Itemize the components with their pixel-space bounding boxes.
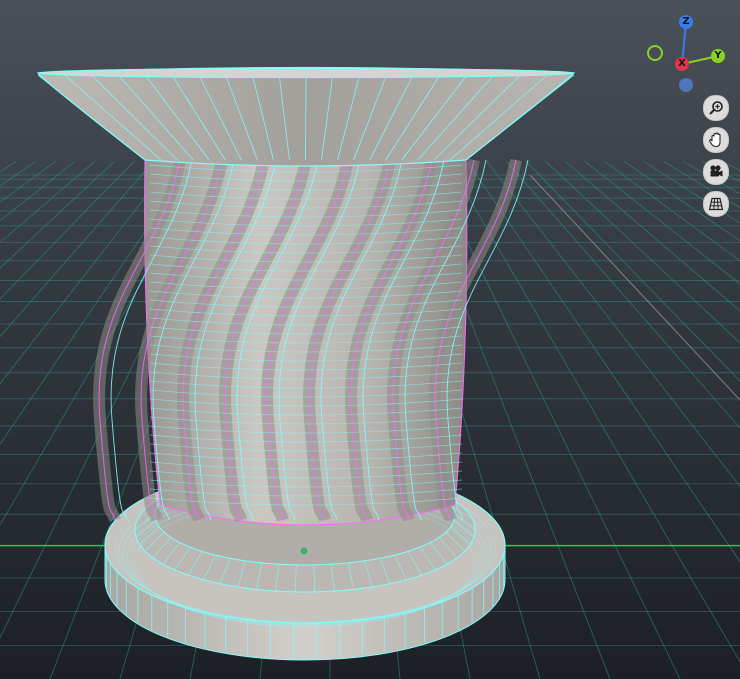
perspective-grid-button[interactable] bbox=[703, 191, 729, 217]
axis-y-label: Y bbox=[714, 50, 722, 61]
axis-neg-z-handle[interactable] bbox=[679, 78, 693, 92]
camera-button[interactable] bbox=[703, 159, 729, 185]
axis-neg-x-handle[interactable] bbox=[647, 45, 663, 61]
axis-z-label: Z bbox=[682, 16, 690, 27]
perspective-grid-icon bbox=[708, 197, 724, 211]
pivot-point[interactable] bbox=[301, 548, 307, 554]
axis-x-label: X bbox=[678, 58, 686, 69]
zoom-icon bbox=[709, 101, 723, 115]
3d-viewport[interactable]: Z Y X bbox=[0, 0, 740, 679]
axis-gizmo[interactable]: Z Y X bbox=[640, 10, 736, 100]
zoom-button[interactable] bbox=[703, 95, 729, 121]
scene-canvas[interactable] bbox=[0, 0, 740, 679]
viewport-toolbar bbox=[703, 95, 729, 223]
camera-icon bbox=[710, 165, 723, 177]
pan-button[interactable] bbox=[703, 127, 729, 153]
pan-hand-icon bbox=[709, 132, 721, 148]
